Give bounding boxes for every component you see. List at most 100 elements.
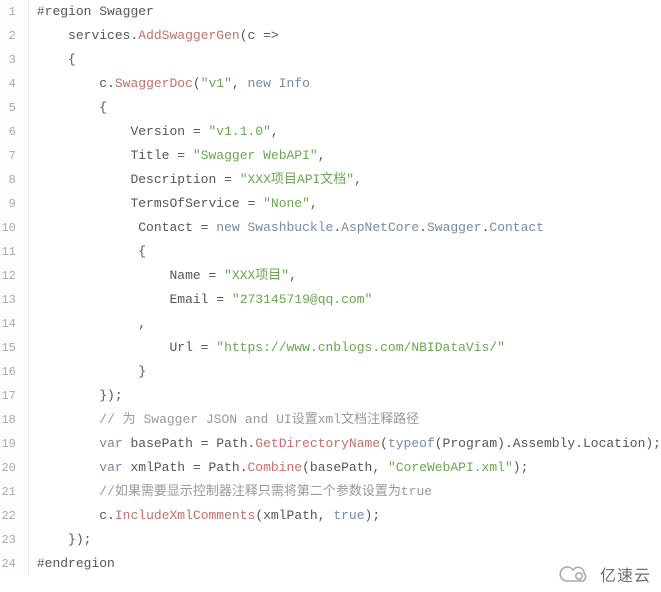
- token: ,: [310, 196, 318, 211]
- line-number: 1: [0, 0, 28, 24]
- token: [37, 412, 99, 427]
- code-line: 13 Email = "273145719@qq.com": [0, 288, 661, 312]
- token: Name: [37, 268, 209, 283]
- line-number: 11: [0, 240, 28, 264]
- line-content: var xmlPath = Path.Combine(basePath, "Co…: [28, 456, 661, 480]
- token: );: [513, 460, 529, 475]
- token: ,: [37, 316, 146, 331]
- code-line: 1#region Swagger: [0, 0, 661, 24]
- line-content: ,: [28, 312, 661, 336]
- watermark: 亿速云: [556, 562, 651, 586]
- token: Description: [37, 172, 224, 187]
- code-line: 23 });: [0, 528, 661, 552]
- line-content: //如果需要显示控制器注释只需将第二个参数设置为true: [28, 480, 661, 504]
- line-number: 14: [0, 312, 28, 336]
- code-line: 2 services.AddSwaggerGen(c =>: [0, 24, 661, 48]
- token: =: [201, 220, 217, 235]
- token: "Swagger WebAPI": [193, 148, 318, 163]
- code-line: 17 });: [0, 384, 661, 408]
- token: =: [224, 172, 240, 187]
- line-number: 7: [0, 144, 28, 168]
- token: =: [247, 196, 263, 211]
- token: (Program).Assembly.Location);: [435, 436, 661, 451]
- token: "v1.1.0": [208, 124, 270, 139]
- code-line: 19 var basePath = Path.GetDirectoryName(…: [0, 432, 661, 456]
- line-content: {: [28, 96, 661, 120]
- code-line: 14 ,: [0, 312, 661, 336]
- token: Contact: [37, 220, 201, 235]
- line-content: Title = "Swagger WebAPI",: [28, 144, 661, 168]
- line-content: c.SwaggerDoc("v1", new Info: [28, 72, 661, 96]
- code-line: 3 {: [0, 48, 661, 72]
- line-content: }: [28, 360, 661, 384]
- line-number: 24: [0, 552, 28, 576]
- token: [240, 220, 248, 235]
- code-line: 9 TermsOfService = "None",: [0, 192, 661, 216]
- token: (c: [240, 28, 263, 43]
- line-content: TermsOfService = "None",: [28, 192, 661, 216]
- token: [37, 436, 99, 451]
- token: "https://www.cnblogs.com/NBIDataVis/": [216, 340, 505, 355]
- token: );: [365, 508, 381, 523]
- token: "None": [263, 196, 310, 211]
- token: =: [208, 268, 224, 283]
- token: = Path.: [201, 436, 256, 451]
- code-line: 6 Version = "v1.1.0",: [0, 120, 661, 144]
- code-line: 21 //如果需要显示控制器注释只需将第二个参数设置为true: [0, 480, 661, 504]
- line-number: 2: [0, 24, 28, 48]
- token: [37, 460, 99, 475]
- token: Title: [37, 148, 177, 163]
- token: #region: [37, 4, 92, 19]
- line-number: 21: [0, 480, 28, 504]
- code-line: 5 {: [0, 96, 661, 120]
- token: =: [193, 124, 209, 139]
- line-number: 12: [0, 264, 28, 288]
- token: (: [193, 76, 201, 91]
- token: ,: [271, 124, 279, 139]
- line-number: 23: [0, 528, 28, 552]
- line-content: var basePath = Path.GetDirectoryName(typ…: [28, 432, 661, 456]
- line-number: 5: [0, 96, 28, 120]
- token: });: [37, 532, 92, 547]
- line-number: 17: [0, 384, 28, 408]
- token: {: [37, 244, 146, 259]
- line-content: Url = "https://www.cnblogs.com/NBIDataVi…: [28, 336, 661, 360]
- code-line: 8 Description = "XXX项目API文档",: [0, 168, 661, 192]
- token: var: [99, 460, 122, 475]
- token: =: [201, 340, 217, 355]
- token: ,: [318, 148, 326, 163]
- token: .: [419, 220, 427, 235]
- token: =>: [263, 28, 279, 43]
- line-content: {: [28, 240, 661, 264]
- code-line: 12 Name = "XXX项目",: [0, 264, 661, 288]
- code-line: 4 c.SwaggerDoc("v1", new Info: [0, 72, 661, 96]
- code-line: 7 Title = "Swagger WebAPI",: [0, 144, 661, 168]
- line-content: Description = "XXX项目API文档",: [28, 168, 661, 192]
- token: c: [37, 76, 107, 91]
- code-line: 15 Url = "https://www.cnblogs.com/NBIDat…: [0, 336, 661, 360]
- line-number: 19: [0, 432, 28, 456]
- token: Info: [279, 76, 310, 91]
- line-number: 16: [0, 360, 28, 384]
- token: (xmlPath,: [255, 508, 333, 523]
- token: ,: [232, 76, 248, 91]
- token: IncludeXmlComments: [115, 508, 255, 523]
- line-content: Email = "273145719@qq.com": [28, 288, 661, 312]
- token: Swashbuckle: [248, 220, 334, 235]
- line-content: #region Swagger: [28, 0, 661, 24]
- token: ,: [354, 172, 362, 187]
- line-number: 13: [0, 288, 28, 312]
- token: // 为 Swagger JSON and UI设置xml文档注释路径: [99, 412, 419, 427]
- line-number: 22: [0, 504, 28, 528]
- line-content: // 为 Swagger JSON and UI设置xml文档注释路径: [28, 408, 661, 432]
- token: new: [216, 220, 239, 235]
- line-content: {: [28, 48, 661, 72]
- token: .: [333, 220, 341, 235]
- token: basePath: [123, 436, 201, 451]
- token: "273145719@qq.com": [232, 292, 372, 307]
- token: #endregion: [37, 556, 115, 571]
- token: });: [37, 388, 123, 403]
- token: }: [37, 364, 146, 379]
- code-block: 1#region Swagger2 services.AddSwaggerGen…: [0, 0, 661, 576]
- line-number: 18: [0, 408, 28, 432]
